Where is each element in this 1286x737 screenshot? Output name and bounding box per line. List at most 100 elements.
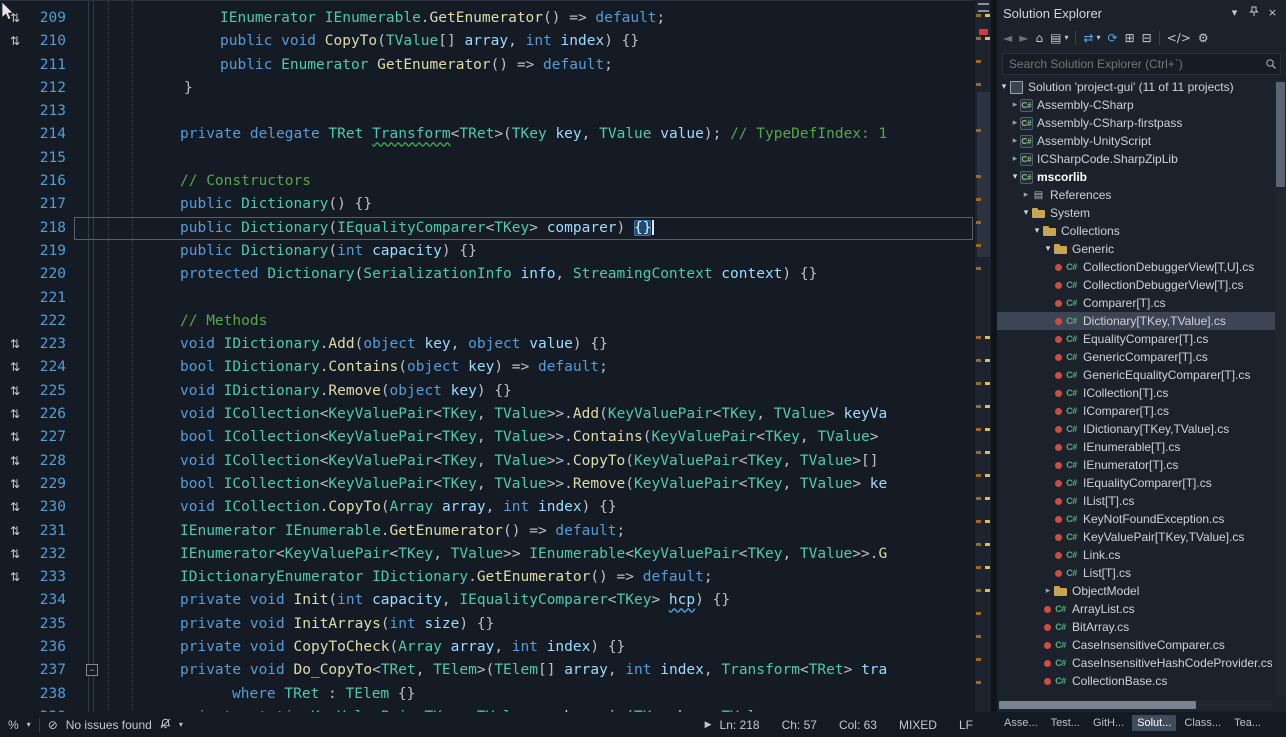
back-icon[interactable]: ◄ [1003,32,1012,44]
tree-item[interactable]: C#EqualityComparer[T].cs [997,330,1286,348]
tree-vertical-scrollbar[interactable] [1275,80,1286,696]
tree-item[interactable]: ▾C#mscorlib [997,168,1286,186]
tree-item[interactable]: C#CollectionDebuggerView[T].cs [997,276,1286,294]
tree-item[interactable]: C#GenericEqualityComparer[T].cs [997,366,1286,384]
expand-arrow-icon[interactable]: ▸ [1010,136,1020,146]
collapse-arrow-icon[interactable]: ▾ [1043,244,1053,254]
line-number[interactable]: 230 [30,496,72,519]
line-number[interactable]: 219 [30,240,72,263]
tree-item[interactable]: C#KeyNotFoundException.cs [997,510,1286,528]
code-line[interactable]: ⇅226void ICollection<KeyValuePair<TKey, … [0,403,974,426]
tree-item[interactable]: C#GenericComparer[T].cs [997,348,1286,366]
line-number[interactable]: 211 [30,54,72,77]
line-indicator[interactable]: Ln: 218 [720,718,760,732]
code-line[interactable]: ⇅233IDictionaryEnumerator IDictionary.Ge… [0,566,974,589]
chevron-down-icon[interactable]: ▾ [27,720,31,729]
tree-item[interactable]: C#IEnumerable[T].cs [997,438,1286,456]
fold-collapse-icon[interactable]: − [86,664,98,676]
tree-item[interactable]: C#ICollection[T].cs [997,384,1286,402]
close-icon[interactable]: × [1265,6,1280,20]
tool-window-tab[interactable]: Class... [1179,715,1226,731]
inheritance-margin-icon[interactable]: ⇅ [0,356,30,379]
code-line[interactable]: ⇅224bool IDictionary.Contains(object key… [0,356,974,379]
line-number[interactable]: 223 [30,333,72,356]
inheritance-margin-icon[interactable]: ⇅ [0,520,30,543]
search-input[interactable] [1002,53,1281,75]
code-line[interactable]: 211public Enumerator GetEnumerator() => … [0,54,974,77]
line-number[interactable]: 218 [30,217,72,240]
zoom-control[interactable]: % [8,718,19,732]
code-line[interactable]: 212} [0,77,974,100]
expand-arrow-icon[interactable]: ▸ [1043,586,1053,596]
line-number[interactable]: 226 [30,403,72,426]
inheritance-margin-icon[interactable]: ⇅ [0,333,30,356]
show-all-files-icon[interactable]: ⊞ [1125,32,1135,44]
chevron-down-icon[interactable]: ▾ [1097,34,1101,42]
tool-window-tab[interactable]: Test... [1046,715,1085,731]
line-number[interactable]: 221 [30,287,72,310]
line-number[interactable]: 210 [30,30,72,53]
tree-item[interactable]: C#CaseInsensitiveHashCodeProvider.cs [997,654,1286,672]
inheritance-margin-icon[interactable]: ⇅ [0,380,30,403]
chevron-down-icon[interactable]: ▾ [1064,34,1068,42]
tree-item[interactable]: C#CollectionDebuggerView[T,U].cs [997,258,1286,276]
code-line[interactable]: 220protected Dictionary(SerializationInf… [0,263,974,286]
tree-item[interactable]: ▾Solution 'project-gui' (11 of 11 projec… [997,78,1286,96]
code-line[interactable]: 238where TRet : TElem {} [0,683,974,706]
line-number[interactable]: 233 [30,566,72,589]
expand-arrow-icon[interactable]: ▸ [1010,100,1020,110]
forward-icon[interactable]: ► [1019,32,1028,44]
line-number[interactable]: 216 [30,170,72,193]
editor-scrollbar[interactable] [974,0,991,712]
split-editor-grip-icon[interactable] [978,3,989,12]
code-line[interactable]: ⇅227bool ICollection<KeyValuePair<TKey, … [0,426,974,449]
code-line[interactable]: ⇅230void ICollection.CopyTo(Array array,… [0,496,974,519]
code-line[interactable]: 215 [0,147,974,170]
tool-window-tab[interactable]: GitH... [1088,715,1129,731]
line-number[interactable]: 215 [30,147,72,170]
inheritance-margin-icon[interactable]: ⇅ [0,473,30,496]
tree-item[interactable]: ▾Collections [997,222,1286,240]
line-number[interactable]: 220 [30,263,72,286]
expand-arrow-icon[interactable]: ▸ [1010,154,1020,164]
home-icon[interactable]: ⌂ [1035,32,1043,44]
inheritance-margin-icon[interactable]: ⇅ [0,426,30,449]
code-line[interactable]: ⇅232IEnumerator<KeyValuePair<TKey, TValu… [0,543,974,566]
tree-item[interactable]: ▸▤References [997,186,1286,204]
tree-item[interactable]: ▸C#Assembly-UnityScript [997,132,1286,150]
tree-item[interactable]: C#IComparer[T].cs [997,402,1286,420]
tree-item[interactable]: C#Link.cs [997,546,1286,564]
tree-item[interactable]: C#ArrayList.cs [997,600,1286,618]
code-line[interactable]: ⇅223void IDictionary.Add(object key, obj… [0,333,974,356]
line-number[interactable]: 213 [30,100,72,123]
line-number[interactable]: 236 [30,636,72,659]
tree-item[interactable]: C#List[T].cs [997,564,1286,582]
line-number[interactable]: 217 [30,193,72,216]
code-line[interactable]: 234private void Init(int capacity, IEqua… [0,589,974,612]
code-line[interactable]: 235private void InitArrays(int size) {} [0,613,974,636]
code-line[interactable]: ⇅228void ICollection<KeyValuePair<TKey, … [0,450,974,473]
properties-icon[interactable]: ⚙ [1198,32,1209,44]
inheritance-margin-icon[interactable]: ⇅ [0,30,30,53]
tree-item[interactable]: C#BitArray.cs [997,618,1286,636]
refresh-icon[interactable]: ⟳ [1108,32,1118,44]
line-number[interactable]: 232 [30,543,72,566]
tree-item[interactable]: ▸C#ICSharpCode.SharpZipLib [997,150,1286,168]
tool-window-tab[interactable]: Tea... [1229,715,1266,731]
tool-window-tab[interactable]: Solut... [1132,715,1176,731]
switch-views-icon[interactable]: ▤ [1050,32,1061,44]
tree-item[interactable]: C#KeyValuePair[TKey,TValue].cs [997,528,1286,546]
chevron-right-icon[interactable]: ▶ [705,720,712,730]
code-line[interactable]: 214private delegate TRet Transform<TRet>… [0,123,974,146]
code-line[interactable]: 219public Dictionary(int capacity) {} [0,240,974,263]
tree-item[interactable]: C#IList[T].cs [997,492,1286,510]
code-line[interactable]: 218public Dictionary(IEqualityComparer<T… [0,217,974,240]
code-line[interactable]: 222// Methods [0,310,974,333]
tree-item[interactable]: C#CaseInsensitiveComparer.cs [997,636,1286,654]
code-line[interactable]: ⇅210public void CopyTo(TValue[] array, i… [0,30,974,53]
tree-item[interactable]: C#IEnumerator[T].cs [997,456,1286,474]
sync-with-active-document-icon[interactable]: ⇄ [1083,32,1093,44]
code-line[interactable]: ⇅231IEnumerator IEnumerable.GetEnumerato… [0,520,974,543]
tree-item[interactable]: ▾Generic [997,240,1286,258]
expand-arrow-icon[interactable]: ▸ [1021,190,1031,200]
